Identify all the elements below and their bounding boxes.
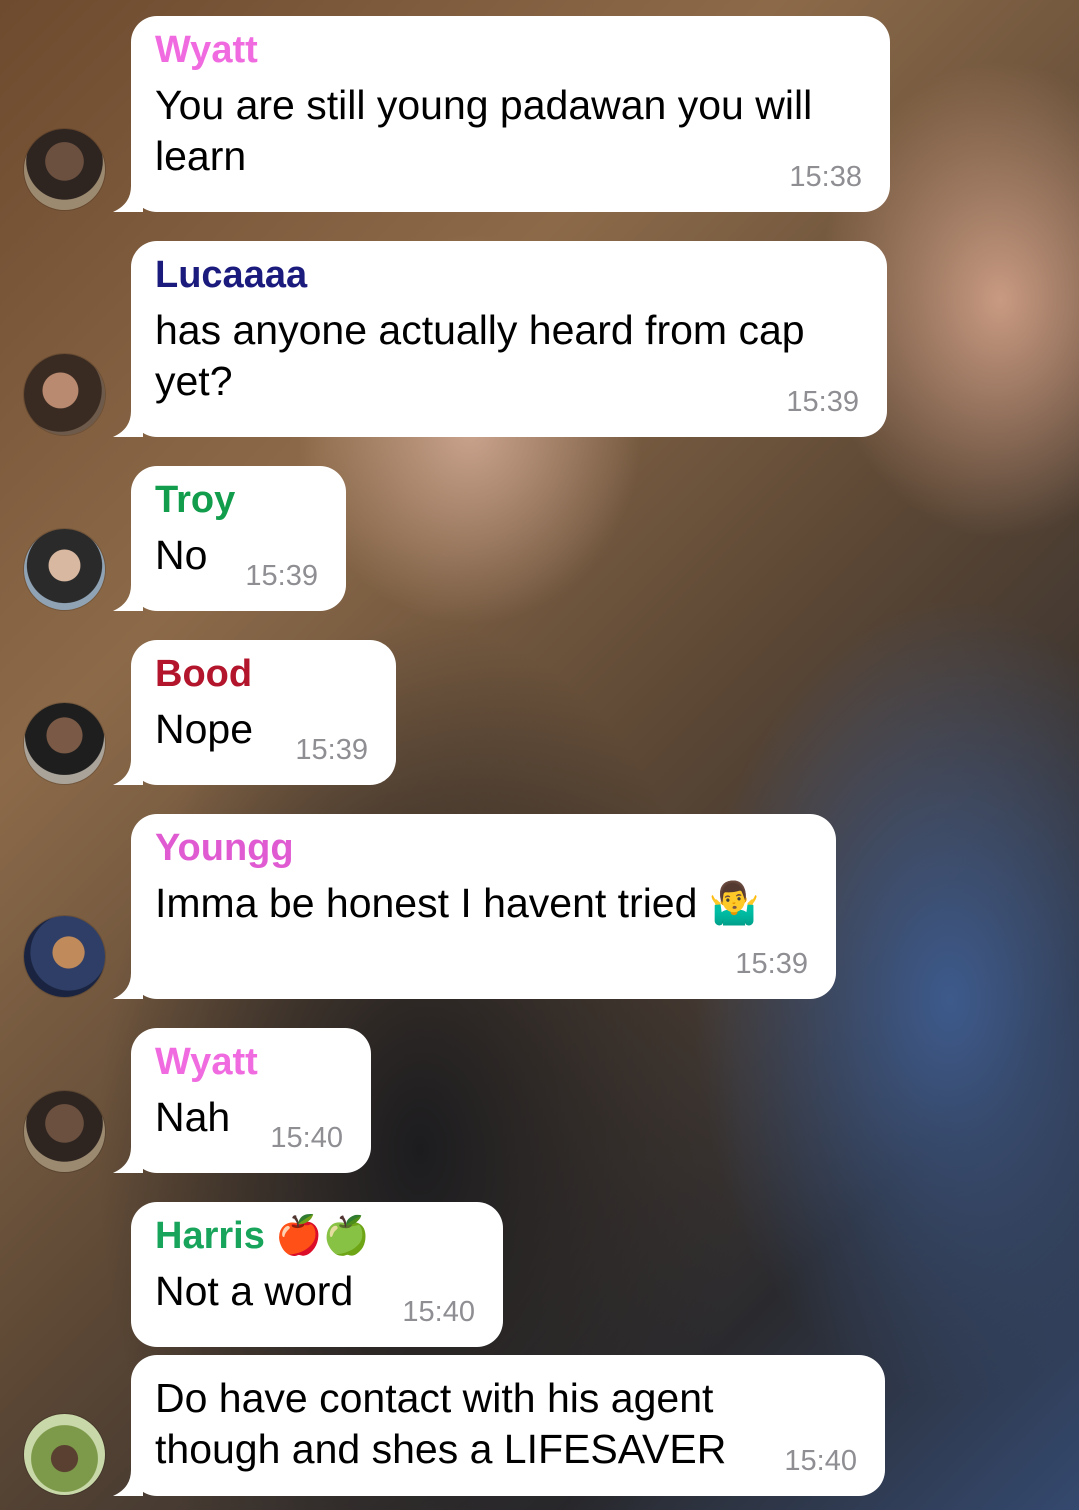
message-time: 15:38 [789, 161, 862, 193]
message-bubble[interactable]: Youngg Imma be honest I havent tried 🤷‍♂… [131, 814, 836, 999]
message-bubble[interactable]: Wyatt Nah 15:40 [131, 1028, 371, 1173]
sender-name[interactable]: Lucaaaa [155, 253, 863, 297]
sender-name[interactable]: Troy [155, 478, 322, 522]
message-text: Do have contact with his agent though an… [155, 1375, 727, 1472]
message-text: has anyone actually heard from cap yet? [155, 307, 805, 404]
message-time: 15:40 [402, 1296, 475, 1328]
sender-name[interactable]: Harris 🍎🍏 [155, 1214, 479, 1258]
message-time: 15:39 [245, 560, 318, 592]
message-bubble[interactable]: Troy No 15:39 [131, 466, 346, 611]
avatar[interactable] [24, 129, 105, 210]
message-time: 15:39 [786, 386, 859, 418]
avatar[interactable] [24, 529, 105, 610]
message-time: 15:39 [735, 948, 808, 980]
avatar[interactable] [24, 1414, 105, 1495]
sender-name[interactable]: Youngg [155, 826, 812, 870]
message-bubble[interactable]: Harris 🍎🍏 Not a word 15:40 [131, 1202, 503, 1347]
sender-name[interactable]: Wyatt [155, 1040, 347, 1084]
avatar[interactable] [24, 1091, 105, 1172]
message-time: 15:40 [270, 1122, 343, 1154]
sender-name[interactable]: Wyatt [155, 28, 866, 72]
message-text: Imma be honest I havent tried 🤷‍♂️ [155, 880, 760, 926]
avatar[interactable] [24, 703, 105, 784]
message-time: 15:39 [295, 734, 368, 766]
message-bubble[interactable]: Lucaaaa has anyone actually heard from c… [131, 241, 887, 437]
avatar[interactable] [24, 354, 105, 435]
avatar[interactable] [24, 916, 105, 997]
message-time: 15:40 [784, 1445, 857, 1477]
message-bubble[interactable]: Do have contact with his agent though an… [131, 1355, 885, 1496]
sender-name[interactable]: Bood [155, 652, 372, 696]
message-text: You are still young padawan you will lea… [155, 82, 813, 179]
message-bubble[interactable]: Bood Nope 15:39 [131, 640, 396, 785]
message-bubble[interactable]: Wyatt You are still young padawan you wi… [131, 16, 890, 212]
